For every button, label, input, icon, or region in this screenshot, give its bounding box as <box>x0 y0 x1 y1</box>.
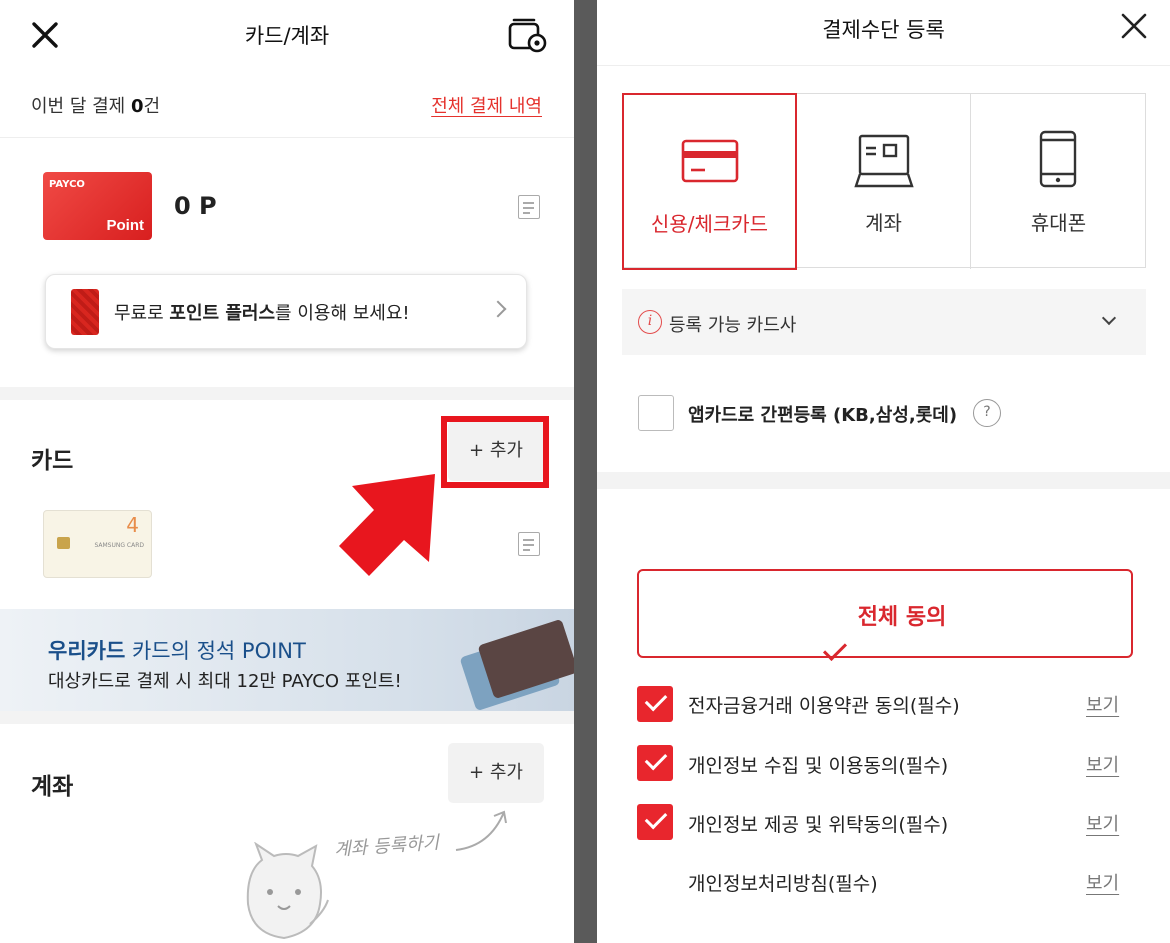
promo-text: 무료로 포인트 플러스를 이용해 보세요! <box>114 303 410 324</box>
card-details-icon[interactable] <box>518 532 540 556</box>
term-view-link[interactable]: 보기 <box>1086 751 1119 777</box>
term-label: 전자금융거래 이용약관 동의(필수) <box>688 695 960 717</box>
info-icon: i <box>638 310 662 334</box>
agree-all-button[interactable]: 전체 동의 <box>637 569 1133 662</box>
register-payment-method-screen: 결제수단 등록 신용/체크카드 계좌 휴대폰 i 등록 가능 카드사 앱카드로 … <box>597 0 1170 943</box>
payment-history-link[interactable]: 전체 결제 내역 <box>431 92 542 118</box>
checkmark-icon <box>822 636 847 662</box>
add-account-button[interactable]: + 추가 <box>448 743 544 803</box>
banner-headline: 우리카드 카드의 정석 POINT <box>48 639 306 663</box>
samsung-card[interactable]: 4 SAMSUNG CARD <box>43 510 152 578</box>
shiba-mascot-icon <box>246 842 329 940</box>
page-title: 카드/계좌 <box>244 24 330 48</box>
woori-card-banner[interactable]: 우리카드 카드의 정석 POINT 대상카드로 결제 시 최대 12만 PAYC… <box>0 609 574 711</box>
point-plus-card-thumbnail <box>71 289 99 335</box>
tab-account[interactable]: 계좌 <box>797 94 970 269</box>
card-section-title: 카드 <box>31 448 74 474</box>
register-account-hint: 계좌 등록하기 <box>333 832 440 861</box>
card-number-label: 4 <box>126 513 139 537</box>
tab-credit-card[interactable]: 신용/체크카드 <box>622 93 797 270</box>
page-title: 결제수단 등록 <box>822 18 945 42</box>
header: 결제수단 등록 <box>597 0 1170 66</box>
tab-label: 신용/체크카드 <box>650 212 769 236</box>
point-plus-promo[interactable]: 무료로 포인트 플러스를 이용해 보세요! <box>45 274 527 349</box>
card-word: Point <box>106 217 145 234</box>
term-label: 개인정보 수집 및 이용동의(필수) <box>688 755 949 777</box>
bank-account-icon <box>854 134 914 188</box>
card-chip <box>57 537 70 549</box>
term-view-link[interactable]: 보기 <box>1086 810 1119 836</box>
card-account-screen: 카드/계좌 이번 달 결제 0건 전체 결제 내역 PAYCO Point 0 … <box>0 0 574 943</box>
header: 카드/계좌 <box>0 0 574 70</box>
payment-method-tabs: 신용/체크카드 계좌 휴대폰 <box>622 93 1146 270</box>
mobile-phone-icon <box>1039 130 1077 188</box>
card-brand-label: SAMSUNG CARD <box>94 542 144 549</box>
help-icon[interactable]: ? <box>973 399 1001 427</box>
point-details-icon[interactable] <box>518 195 540 219</box>
term-label: 개인정보 제공 및 위탁동의(필수) <box>688 814 949 836</box>
dropdown-label: 등록 가능 카드사 <box>669 315 797 336</box>
available-card-issuers-dropdown[interactable]: i 등록 가능 카드사 <box>622 289 1146 355</box>
app-card-label: 앱카드로 간편등록 (KB,삼성,롯데) <box>688 405 958 426</box>
payco-point-card[interactable]: PAYCO Point <box>43 172 152 240</box>
divider <box>597 472 1170 489</box>
divider <box>0 387 574 400</box>
chevron-right-icon <box>489 300 507 318</box>
monthly-summary: 이번 달 결제 0건 전체 결제 내역 <box>0 70 574 138</box>
banner-subline: 대상카드로 결제 시 최대 12만 PAYCO 포인트! <box>48 671 402 692</box>
term-checkbox-personal-info-collection[interactable] <box>637 745 673 781</box>
term-checkbox-personal-info-sharing[interactable] <box>637 804 673 840</box>
term-label-privacy-policy: 개인정보처리방침(필수) <box>688 873 878 895</box>
pointer-arrow-icon <box>339 474 435 576</box>
agree-all-label: 전체 동의 <box>857 605 947 630</box>
highlight-box <box>441 416 549 488</box>
account-section-title: 계좌 <box>31 774 74 800</box>
banner-card-front <box>477 618 574 700</box>
app-card-checkbox[interactable] <box>638 395 674 431</box>
tab-label: 휴대폰 <box>1030 211 1087 235</box>
chevron-down-icon <box>1101 310 1117 326</box>
credit-card-icon <box>681 139 739 183</box>
tab-label: 계좌 <box>865 211 902 235</box>
hint-arrow-icon <box>455 810 507 851</box>
tab-mobile[interactable]: 휴대폰 <box>971 94 1146 269</box>
divider <box>0 711 574 724</box>
term-view-link[interactable]: 보기 <box>1086 869 1119 895</box>
settings-icon[interactable] <box>505 16 549 56</box>
term-checkbox-electronic-finance[interactable] <box>637 686 673 722</box>
payment-count: 이번 달 결제 0건 <box>31 96 161 117</box>
card-brand: PAYCO <box>49 179 85 190</box>
point-balance: 0 P <box>174 192 217 220</box>
term-view-link[interactable]: 보기 <box>1086 691 1119 717</box>
close-icon[interactable] <box>1121 13 1147 39</box>
